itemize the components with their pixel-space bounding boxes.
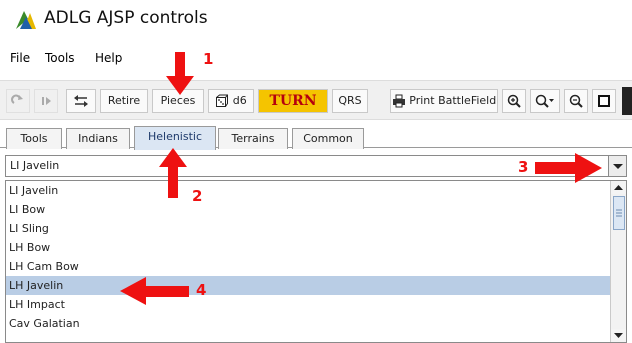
list-item[interactable]: LI Javelin: [6, 181, 610, 200]
combo-value: LI Javelin: [10, 159, 60, 172]
fullscreen-button[interactable]: [592, 89, 616, 113]
zoom-menu-button[interactable]: [530, 89, 560, 113]
zoom-out-button[interactable]: [564, 89, 588, 113]
menu-file[interactable]: File: [10, 51, 30, 65]
scroll-down-icon: [614, 333, 623, 338]
list-item[interactable]: Cav Galatian: [6, 314, 610, 333]
toolbar-overflow: [622, 87, 632, 115]
title-bar: ADLG AJSP controls: [0, 0, 632, 40]
swap-button[interactable]: [66, 89, 96, 113]
scroll-up-icon: [614, 185, 623, 190]
annotation-arrow-4: [120, 277, 189, 305]
toolbar: Retire Pieces d6 TURN QRS Print BattleFi…: [0, 80, 632, 120]
redo-button[interactable]: [6, 89, 30, 113]
tab-bar: Tools Indians Helenistic Terrains Common: [0, 124, 632, 150]
tab-terrains[interactable]: Terrains: [218, 128, 288, 149]
step-button[interactable]: [34, 89, 58, 113]
redo-icon: [11, 94, 23, 104]
menu-help[interactable]: Help: [95, 51, 122, 65]
annotation-arrow-1: [166, 52, 194, 95]
scroll-down-button[interactable]: [611, 329, 626, 342]
zoom-in-button[interactable]: [502, 89, 526, 113]
scroll-up-button[interactable]: [611, 181, 626, 194]
print-label: Print BattleField: [409, 94, 497, 107]
list-item[interactable]: LH Impact: [6, 295, 610, 314]
grip-icon: [616, 209, 622, 217]
chevron-down-icon: [613, 164, 623, 169]
tab-helenistic[interactable]: Helenistic: [134, 126, 216, 150]
tab-indians[interactable]: Indians: [66, 128, 130, 149]
pieces-list[interactable]: LI Javelin LI Bow LI Sling LH Bow LH Cam…: [5, 180, 627, 343]
list-item[interactable]: LH Cam Bow: [6, 257, 610, 276]
swap-arrows-icon: [74, 95, 88, 107]
printer-icon: [392, 94, 405, 108]
qrs-button[interactable]: QRS: [332, 89, 368, 113]
combo-dropdown-button[interactable]: [608, 156, 626, 176]
zoom-in-icon: [507, 94, 521, 108]
app-logo-icon: [16, 11, 36, 29]
tab-common[interactable]: Common: [292, 128, 364, 149]
dice-button[interactable]: d6: [208, 89, 254, 113]
turn-button[interactable]: TURN: [258, 89, 328, 113]
tab-tools[interactable]: Tools: [6, 128, 62, 149]
list-scrollbar[interactable]: [610, 181, 626, 342]
scroll-thumb[interactable]: [613, 196, 625, 230]
list-item[interactable]: LI Sling: [6, 219, 610, 238]
annotation-arrow-3: [535, 153, 602, 183]
list-item[interactable]: LI Bow: [6, 200, 610, 219]
window-title: ADLG AJSP controls: [44, 8, 208, 28]
piece-type-combo[interactable]: LI Javelin: [5, 155, 627, 177]
list-item-selected[interactable]: LH Javelin: [6, 276, 610, 295]
step-forward-icon: [42, 97, 51, 105]
annotation-label-2: 2: [192, 187, 203, 205]
annotation-label-3: 3: [518, 158, 529, 176]
print-battlefield-button[interactable]: Print BattleField: [390, 89, 498, 113]
menu-tools[interactable]: Tools: [45, 51, 75, 65]
annotation-label-4: 4: [196, 281, 207, 299]
fullscreen-icon: [598, 95, 610, 107]
annotation-label-1: 1: [203, 50, 214, 68]
zoom-out-icon: [569, 94, 583, 108]
retire-button[interactable]: Retire: [100, 89, 148, 113]
list-item[interactable]: LH Bow: [6, 238, 610, 257]
annotation-arrow-2: [159, 148, 187, 198]
dice-icon: [216, 94, 229, 107]
dice-label: d6: [232, 94, 247, 107]
zoom-dropdown-icon: [535, 94, 554, 108]
